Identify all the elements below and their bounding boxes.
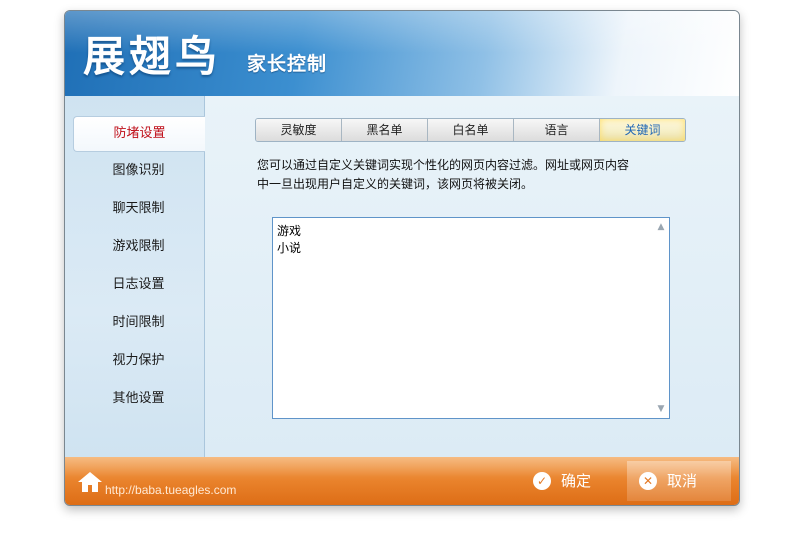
keyword-list: 游戏 小说 — [277, 223, 301, 257]
ok-button[interactable]: ✓ 确定 — [533, 469, 591, 493]
sidebar-item-time-limit[interactable]: 时间限制 — [73, 306, 204, 340]
sidebar-item-eye-protection[interactable]: 视力保护 — [73, 344, 204, 378]
tab-sensitivity[interactable]: 灵敏度 — [256, 119, 342, 141]
home-icon[interactable] — [77, 471, 103, 493]
cancel-label: 取消 — [667, 472, 698, 490]
app-logo: 展翅鸟 — [83, 32, 222, 81]
description-line-1: 您可以通过自定义关键词实现个性化的网页内容过滤。网址或网页内容 — [257, 158, 630, 172]
tab-language[interactable]: 语言 — [514, 119, 600, 141]
website-url[interactable]: http://baba.tueagles.com — [105, 483, 236, 497]
keyword-textarea[interactable]: 游戏 小说 ▲ ▼ — [272, 217, 670, 419]
header-banner: 展翅鸟 家长控制 — [65, 11, 739, 96]
description-line-2: 中一旦出现用户自定义的关键词，该网页将被关闭。 — [257, 177, 534, 191]
sidebar-item-game-limit[interactable]: 游戏限制 — [73, 230, 204, 264]
sidebar-item-block-settings[interactable]: 防堵设置 — [73, 116, 205, 152]
cancel-button[interactable]: ✕ 取消 — [627, 461, 731, 501]
keyword-description: 您可以通过自定义关键词实现个性化的网页内容过滤。网址或网页内容 中一旦出现用户自… — [257, 156, 677, 194]
keyword-item: 小说 — [277, 241, 302, 255]
sidebar-item-image-recognition[interactable]: 图像识别 — [73, 154, 204, 188]
check-icon: ✓ — [533, 472, 551, 490]
main-panel: 灵敏度 黑名单 白名单 语言 关键词 您可以通过自定义关键词实现个性化的网页内容… — [205, 96, 739, 457]
tab-whitelist[interactable]: 白名单 — [428, 119, 514, 141]
ok-label: 确定 — [561, 472, 592, 490]
tab-bar: 灵敏度 黑名单 白名单 语言 关键词 — [255, 118, 686, 142]
scroll-up-icon[interactable]: ▲ — [653, 220, 669, 234]
tab-blacklist[interactable]: 黑名单 — [342, 119, 428, 141]
app-subtitle: 家长控制 — [247, 53, 328, 75]
sidebar-item-other-settings[interactable]: 其他设置 — [73, 382, 204, 416]
keyword-item: 游戏 — [277, 224, 302, 238]
app-window: 展翅鸟 家长控制 防堵设置 图像识别 聊天限制 游戏限制 日志设置 时间限制 视… — [64, 10, 740, 506]
footer-bar: http://baba.tueagles.com ✓ 确定 ✕ 取消 — [65, 457, 739, 505]
sidebar-item-chat-limit[interactable]: 聊天限制 — [73, 192, 204, 226]
scroll-down-icon[interactable]: ▼ — [653, 402, 669, 416]
tab-keywords[interactable]: 关键词 — [600, 119, 685, 141]
sidebar-item-log-settings[interactable]: 日志设置 — [73, 268, 204, 302]
sidebar: 防堵设置 图像识别 聊天限制 游戏限制 日志设置 时间限制 视力保护 其他设置 — [65, 96, 205, 457]
close-icon: ✕ — [639, 472, 657, 490]
textarea-scrollbar[interactable]: ▲ ▼ — [653, 218, 669, 418]
